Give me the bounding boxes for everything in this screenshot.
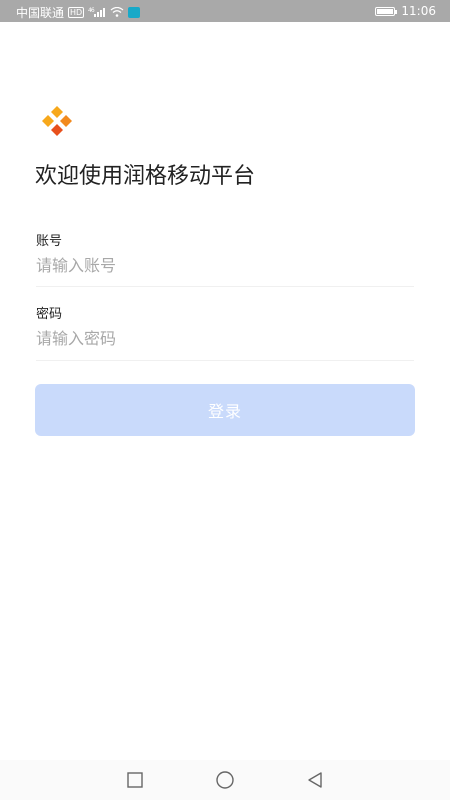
carrier-name: 中国联通 bbox=[16, 6, 65, 20]
wifi-icon bbox=[110, 6, 124, 20]
welcome-title: 欢迎使用润格移动平台 bbox=[35, 164, 256, 189]
login-button[interactable]: 登录 bbox=[35, 384, 415, 436]
password-divider bbox=[36, 360, 414, 361]
home-icon[interactable] bbox=[215, 770, 235, 790]
recents-icon[interactable] bbox=[125, 770, 145, 790]
status-bar: 中国联通 HD 46 11:06 bbox=[0, 0, 450, 22]
status-right: 11:06 bbox=[375, 4, 436, 18]
app-notification-icon bbox=[128, 7, 141, 18]
signal-icon: 46 bbox=[88, 7, 106, 19]
logo-icon bbox=[38, 104, 76, 138]
status-left: 中国联通 HD 46 bbox=[16, 4, 141, 21]
password-label: 密码 bbox=[36, 307, 63, 322]
svg-text:46: 46 bbox=[88, 7, 95, 14]
back-icon[interactable] bbox=[305, 770, 325, 790]
hd-badge: HD bbox=[68, 7, 85, 18]
status-time: 11:06 bbox=[401, 4, 436, 18]
password-input[interactable] bbox=[36, 323, 414, 353]
battery-fill bbox=[377, 8, 393, 14]
account-input[interactable] bbox=[36, 250, 414, 280]
account-divider bbox=[36, 286, 414, 287]
navigation-bar bbox=[0, 760, 450, 800]
account-label: 账号 bbox=[36, 234, 63, 249]
battery-icon bbox=[375, 6, 398, 16]
